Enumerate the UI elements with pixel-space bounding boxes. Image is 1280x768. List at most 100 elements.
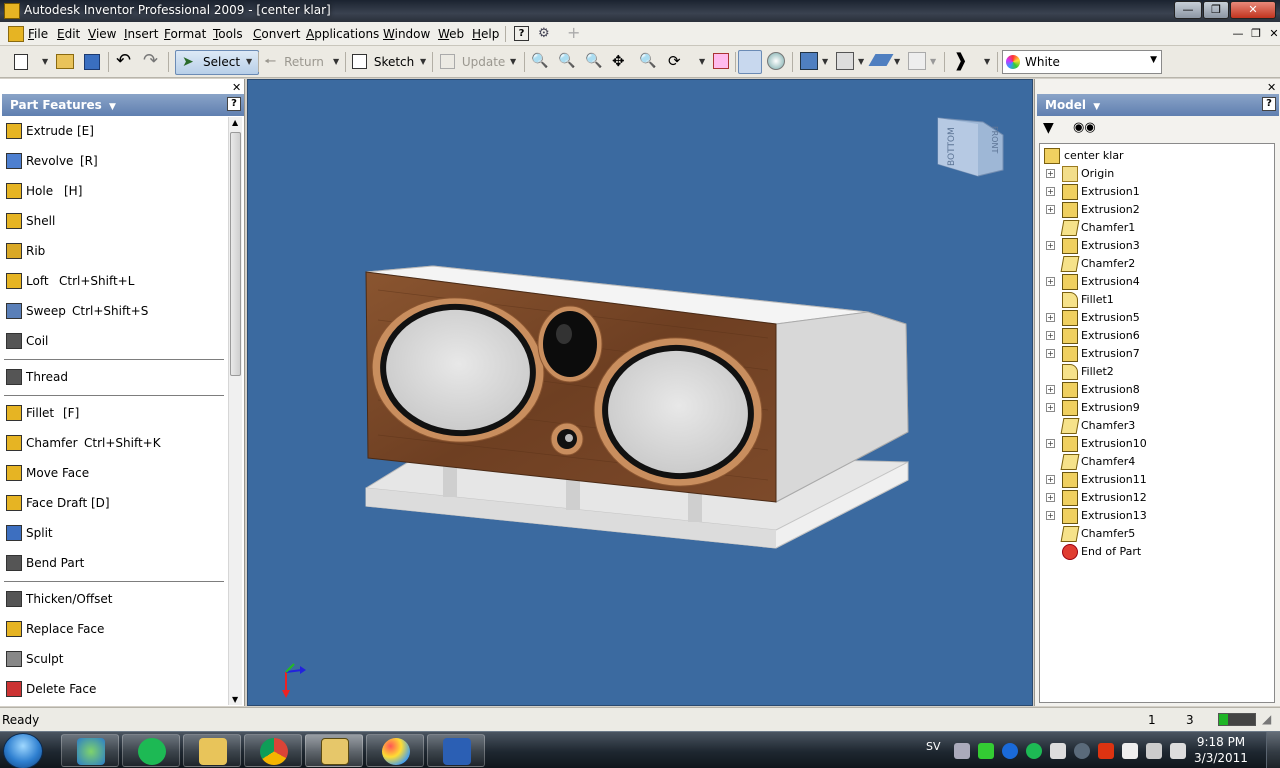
tray-volume-icon[interactable]: [1170, 743, 1186, 759]
update-button[interactable]: Update: [440, 51, 505, 73]
view-dropdown-icon[interactable]: ▼: [822, 53, 828, 71]
start-button[interactable]: [3, 733, 43, 768]
menu-file[interactable]: File: [28, 27, 48, 41]
inventor-app-icon[interactable]: [4, 3, 20, 19]
shadow-icon[interactable]: [836, 52, 854, 70]
expand-plus-icon[interactable]: +: [1046, 439, 1055, 448]
sketch-dropdown-icon[interactable]: ▼: [420, 53, 426, 71]
expand-plus-icon[interactable]: +: [1046, 475, 1055, 484]
tree-node-extrusion1[interactable]: + Extrusion1: [1046, 183, 1266, 201]
tree-node-extrusion2[interactable]: + Extrusion2: [1046, 201, 1266, 219]
open-file-icon[interactable]: [56, 54, 74, 69]
menu-edit[interactable]: Edit: [57, 27, 80, 41]
view-cube-icon[interactable]: [800, 52, 818, 70]
tree-node-origin[interactable]: + Origin: [1046, 165, 1266, 183]
feature-rib[interactable]: Rib: [4, 240, 224, 262]
tray-flight-icon[interactable]: [1050, 743, 1066, 759]
feature-thread[interactable]: Thread: [4, 366, 224, 388]
mdi-close-icon[interactable]: ✕: [1266, 26, 1280, 42]
tree-root[interactable]: center klar: [1044, 147, 1264, 165]
tree-node-extrusion8[interactable]: + Extrusion8: [1046, 381, 1266, 399]
scroll-thumb[interactable]: [230, 132, 241, 376]
taskbar-clock[interactable]: 9:18 PM 3/3/2011: [1190, 734, 1252, 766]
feature-replace-face[interactable]: Replace Face: [4, 618, 224, 640]
panel-help-icon[interactable]: ?: [227, 97, 241, 111]
menu-help[interactable]: Help: [472, 27, 499, 41]
tree-node-chamfer4[interactable]: Chamfer4: [1046, 453, 1266, 471]
part-features-header[interactable]: Part Features ▼ ?: [2, 94, 244, 116]
zoom-icon[interactable]: 🔍: [585, 53, 602, 69]
find-binoculars-icon[interactable]: ◉◉: [1073, 121, 1096, 135]
help-topics-icon[interactable]: ?: [514, 26, 529, 41]
menu-tools[interactable]: Tools: [213, 27, 243, 41]
expand-plus-icon[interactable]: +: [1046, 331, 1055, 340]
return-button[interactable]: 🠔 Return: [264, 51, 324, 73]
tree-node-fillet2[interactable]: Fillet2: [1046, 363, 1266, 381]
tree-node-extrusion9[interactable]: + Extrusion9: [1046, 399, 1266, 417]
expand-plus-icon[interactable]: +: [1046, 493, 1055, 502]
steering-wheel-icon[interactable]: ❱: [953, 50, 971, 72]
model-menu-chevron-icon[interactable]: ▼: [1093, 102, 1100, 112]
maximize-button[interactable]: ❐: [1203, 1, 1229, 19]
tree-node-extrusion11[interactable]: + Extrusion11: [1046, 471, 1266, 489]
model-view[interactable]: BOTTOM FRONT: [248, 80, 1034, 707]
shaded-display-icon[interactable]: [738, 50, 762, 74]
tree-node-extrusion5[interactable]: + Extrusion5: [1046, 309, 1266, 327]
feature-list-scrollbar[interactable]: ▲ ▼: [228, 117, 242, 705]
model-header[interactable]: Model ▼ ?: [1037, 94, 1279, 116]
feature-revolve[interactable]: Revolve [R]: [4, 150, 224, 172]
bass-port[interactable]: [550, 422, 584, 456]
expand-plus-icon[interactable]: +: [1046, 403, 1055, 412]
viewcube-bottom-label[interactable]: BOTTOM: [947, 127, 957, 166]
feature-chamfer[interactable]: Chamfer Ctrl+Shift+K: [4, 432, 224, 454]
feature-shell[interactable]: Shell: [4, 210, 224, 232]
look-at-icon[interactable]: [713, 53, 729, 69]
steering-dropdown-icon[interactable]: ▼: [984, 53, 990, 71]
expand-plus-icon[interactable]: +: [1046, 385, 1055, 394]
tree-node-chamfer5[interactable]: Chamfer5: [1046, 525, 1266, 543]
menu-insert[interactable]: Insert: [124, 27, 158, 41]
tree-node-extrusion10[interactable]: + Extrusion10: [1046, 435, 1266, 453]
feature-delete-face[interactable]: Delete Face: [4, 678, 224, 700]
language-indicator[interactable]: SV: [926, 740, 941, 753]
feature-fillet[interactable]: Fillet [F]: [4, 402, 224, 424]
save-icon[interactable]: [84, 54, 100, 70]
update-dropdown-icon[interactable]: ▼: [510, 53, 516, 71]
feature-sweep[interactable]: Sweep Ctrl+Shift+S: [4, 300, 224, 322]
tray-bluetooth-icon[interactable]: [1002, 743, 1018, 759]
whats-new-icon[interactable]: ⚙: [538, 26, 554, 42]
tree-node-chamfer1[interactable]: Chamfer1: [1046, 219, 1266, 237]
sketch-button[interactable]: Sketch: [352, 51, 414, 73]
feature-bend-part[interactable]: Bend Part: [4, 552, 224, 574]
tree-node-extrusion7[interactable]: + Extrusion7: [1046, 345, 1266, 363]
undo-icon[interactable]: ↶: [116, 50, 134, 72]
graphics-viewport[interactable]: BOTTOM FRONT: [247, 79, 1033, 706]
tray-display-icon[interactable]: [1146, 743, 1162, 759]
feature-sculpt[interactable]: Sculpt: [4, 648, 224, 670]
zoom-window-icon[interactable]: 🔍: [558, 53, 575, 69]
resize-grip-icon[interactable]: ◢: [1262, 712, 1271, 726]
minimize-button[interactable]: —: [1174, 1, 1202, 19]
orbit-dropdown-icon[interactable]: ▼: [699, 53, 705, 71]
taskbar-word[interactable]: [427, 734, 485, 767]
model-panel-close-icon[interactable]: ✕: [1267, 81, 1276, 94]
tray-usb-icon[interactable]: [978, 743, 994, 759]
tree-node-chamfer3[interactable]: Chamfer3: [1046, 417, 1266, 435]
taskbar-paint[interactable]: [366, 734, 424, 767]
ground-plane-icon[interactable]: [868, 54, 894, 66]
expand-plus-icon[interactable]: +: [1046, 349, 1055, 358]
tweeter[interactable]: [537, 305, 603, 383]
scroll-up-icon[interactable]: ▲: [232, 118, 238, 127]
expand-plus-icon[interactable]: +: [1046, 205, 1055, 214]
feature-loft[interactable]: Loft Ctrl+Shift+L: [4, 270, 224, 292]
taskbar-inventor[interactable]: [305, 734, 363, 767]
slice-icon[interactable]: [908, 52, 926, 70]
zoom-all-icon[interactable]: 🔍: [531, 53, 548, 69]
tree-node-extrusion4[interactable]: + Extrusion4: [1046, 273, 1266, 291]
menu-view[interactable]: View: [88, 27, 116, 41]
tree-node-fillet1[interactable]: Fillet1: [1046, 291, 1266, 309]
shadow-dropdown-icon[interactable]: ▼: [858, 53, 864, 71]
tree-node-extrusion13[interactable]: + Extrusion13: [1046, 507, 1266, 525]
tray-spotify-icon[interactable]: [1026, 743, 1042, 759]
menu-web[interactable]: Web: [438, 27, 464, 41]
